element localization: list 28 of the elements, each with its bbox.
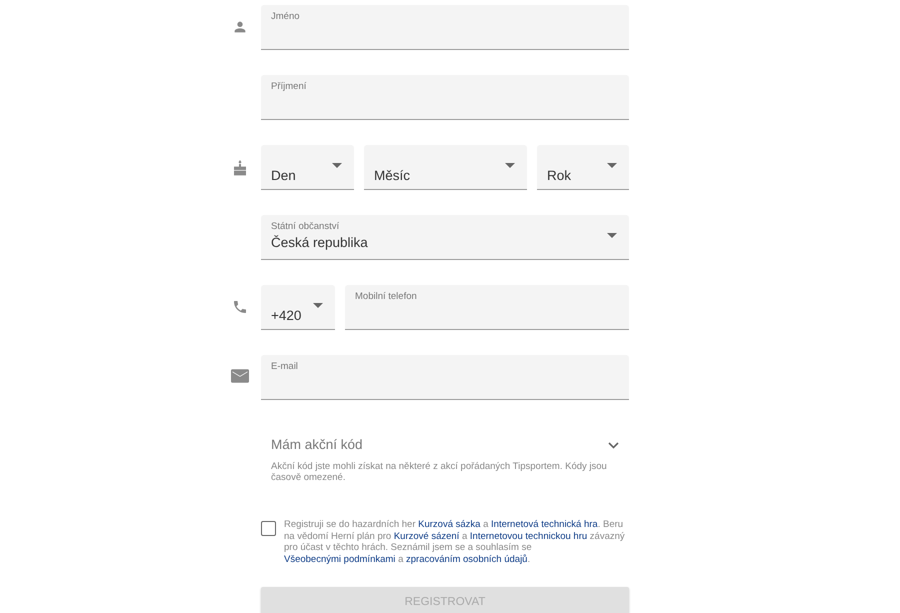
envelope-icon [231,369,249,383]
dropdown-field[interactable]: Státní občanství Česká republika [261,215,629,260]
help-text: Akční kód jste mohli získat na některé z akcí pořádaných Tipsportem. Kódy jsou časově omezené. [271,461,608,484]
input-field[interactable]: Jméno [261,5,629,50]
dropdown-caret-icon [505,163,515,168]
link[interactable]: Všeobecnými podmínkami [284,554,396,565]
input-field[interactable]: E-mail [261,355,629,400]
link[interactable]: zpracováním osobních údajů [406,554,528,565]
dropdown-caret-icon [313,303,323,308]
dropdown-caret-icon [607,163,617,168]
dropdown-caret-icon [607,233,617,238]
dropdown-field[interactable]: Rok [537,145,629,190]
dropdown-field[interactable]: +420 [261,285,335,330]
dropdown-field[interactable]: Měsíc [364,145,527,190]
link[interactable]: Kurzové sázení [394,530,460,542]
dropdown-caret-icon [332,163,342,168]
cake-icon [232,159,248,177]
dropdown-field[interactable]: Den [261,145,354,190]
consent-text: Registruji se do hazardních her Kurzová sázka a Internetová technická hra. Beru na vědomí Herní plán pro Kurzové sázení a Internetovou technickou hru závazný pro účast v těchto hrách. Seznámil jsem se a souhlasím se Všeobecnými podmínkami a zpracováním osobních údajů. [284,519,626,566]
input-field[interactable]: Příjmení [261,75,629,120]
link[interactable]: Internetová technická hra [491,519,598,530]
phone-icon [232,299,248,315]
person-icon [232,19,248,35]
checkbox[interactable] [261,521,276,536]
promo-code-toggle[interactable]: Mám akční kód [271,435,363,456]
input-field[interactable]: Mobilní telefon [345,285,629,330]
link[interactable]: Kurzová sázka [418,519,480,530]
link[interactable]: Internetovou technickou hru [470,530,588,542]
